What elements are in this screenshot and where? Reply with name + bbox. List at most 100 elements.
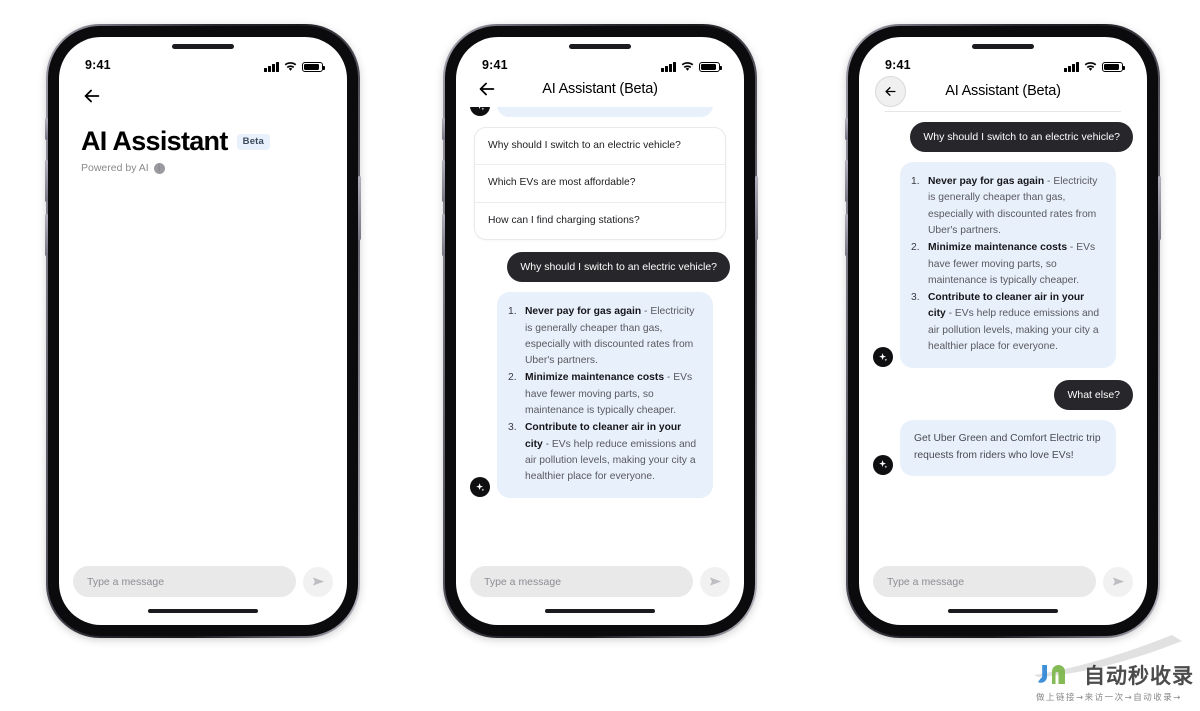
watermark-swoosh — [1034, 635, 1182, 677]
sparkle-icon — [878, 352, 887, 361]
send-icon — [709, 577, 721, 586]
message-row-ai: Never pay for gas again - Electricity is… — [873, 162, 1133, 369]
header-title: AI Assistant (Beta) — [542, 81, 658, 97]
power-button[interactable] — [755, 176, 758, 240]
battery-icon — [302, 61, 326, 72]
user-message-bubble: Why should I switch to an electric vehic… — [507, 252, 730, 283]
list-item: Never pay for gas again - Electricity is… — [911, 174, 1103, 239]
battery-icon — [699, 61, 723, 72]
home-indicator — [859, 597, 1147, 625]
silence-switch[interactable] — [442, 118, 445, 140]
status-icons — [1064, 61, 1126, 72]
info-icon[interactable]: i — [153, 162, 165, 174]
avatar — [470, 477, 490, 498]
status-bar: 9:41 — [59, 37, 347, 75]
volume-up-button[interactable] — [845, 160, 848, 202]
message-input[interactable] — [470, 566, 693, 597]
status-bar: 9:41 — [859, 37, 1147, 75]
suggestion-item[interactable]: Which EVs are most affordable? — [475, 164, 725, 201]
list-item: Contribute to cleaner air in your city -… — [508, 420, 700, 485]
power-button[interactable] — [1158, 176, 1161, 240]
avatar — [873, 454, 893, 475]
header-center: AI Assistant (Beta) — [859, 75, 1147, 111]
message-row-ai: Never pay for gas again - Electricity is… — [470, 292, 730, 499]
screenshot-stage: 9:41 AI Assistant Beta Powered by AI i T… — [0, 0, 1200, 711]
phone-suggestions: 9:41 AI Assistant (Beta) Why should I sw… — [442, 24, 758, 638]
composer — [859, 555, 1147, 597]
benefits-list: Never pay for gas again - Electricity is… — [508, 304, 700, 485]
wifi-icon — [681, 61, 694, 71]
status-time: 9:41 — [85, 58, 111, 72]
chat-area: Why should I switch to an electric vehic… — [456, 107, 744, 555]
message-input[interactable] — [73, 566, 296, 597]
avatar — [470, 107, 490, 116]
composer — [59, 555, 347, 597]
battery-icon — [1102, 61, 1126, 72]
ai-message-bubble: Never pay for gas again - Electricity is… — [900, 162, 1116, 369]
user-message-bubble: What else? — [1054, 380, 1133, 411]
send-button[interactable] — [1103, 566, 1133, 597]
earpiece-speaker — [972, 44, 1034, 49]
partial-bubble — [497, 107, 713, 117]
back-arrow-icon[interactable] — [81, 85, 103, 107]
phone-conversation: 9:41 AI Assistant (Beta) Why should I sw… — [845, 24, 1161, 638]
send-icon — [312, 577, 324, 586]
list-item-title: Never pay for gas again — [525, 306, 642, 318]
ai-message-bubble: Get Uber Green and Comfort Electric trip… — [900, 420, 1116, 476]
suggestion-item[interactable]: Why should I switch to an electric vehic… — [475, 128, 725, 164]
silence-switch[interactable] — [845, 118, 848, 140]
send-button[interactable] — [303, 566, 333, 597]
chat-area: Why should I switch to an electric vehic… — [859, 112, 1147, 555]
list-item: Minimize maintenance costs - EVs have fe… — [508, 370, 700, 419]
avatar — [873, 347, 893, 368]
cellular-bars-icon — [264, 61, 279, 72]
list-item: Never pay for gas again - Electricity is… — [508, 304, 700, 369]
message-row-ai: Get Uber Green and Comfort Electric trip… — [873, 420, 1133, 476]
phone-screen: 9:41 AI Assistant (Beta) Why should I sw… — [456, 37, 744, 625]
status-icons — [264, 61, 326, 72]
earpiece-speaker — [569, 44, 631, 49]
sparkle-icon — [475, 482, 484, 492]
silence-switch[interactable] — [45, 118, 48, 140]
phone-empty-state: 9:41 AI Assistant Beta Powered by AI i T… — [45, 24, 361, 638]
back-arrow-icon[interactable] — [476, 78, 498, 100]
list-item: Minimize maintenance costs - EVs have fe… — [911, 240, 1103, 289]
sparkle-icon — [878, 460, 887, 469]
user-message-bubble: Why should I switch to an electric vehic… — [910, 122, 1133, 153]
message-input[interactable] — [873, 566, 1096, 597]
back-button[interactable] — [875, 75, 906, 107]
cellular-bars-icon — [661, 61, 676, 72]
scrolled-partial-bubble — [470, 107, 730, 119]
power-button[interactable] — [358, 176, 361, 240]
volume-up-button[interactable] — [442, 160, 445, 202]
list-item-body: - EVs help reduce emissions and air poll… — [928, 308, 1100, 352]
volume-down-button[interactable] — [845, 214, 848, 256]
list-item-body: - EVs help reduce emissions and air poll… — [525, 438, 697, 483]
cellular-bars-icon — [1064, 61, 1079, 72]
message-row-user: Why should I switch to an electric vehic… — [470, 252, 730, 283]
volume-down-button[interactable] — [45, 214, 48, 256]
volume-down-button[interactable] — [442, 214, 445, 256]
beta-badge: Beta — [236, 133, 271, 150]
ai-message-text: Get Uber Green and Comfort Electric trip… — [914, 433, 1101, 461]
home-indicator — [59, 597, 347, 625]
list-item-title: Minimize maintenance costs — [928, 242, 1068, 254]
back-arrow-icon — [885, 86, 896, 96]
ai-message-bubble: Never pay for gas again - Electricity is… — [497, 292, 713, 499]
page-title: AI Assistant Beta — [81, 126, 325, 157]
status-bar: 9:41 — [456, 37, 744, 75]
list-item-title: Never pay for gas again — [928, 176, 1045, 188]
page-subtitle: Powered by AI i — [81, 162, 325, 174]
benefits-list: Never pay for gas again - Electricity is… — [911, 174, 1103, 355]
home-indicator — [456, 597, 744, 625]
wifi-icon — [1084, 61, 1097, 71]
watermark-row: 自动秒收录 — [1036, 660, 1194, 690]
suggestion-item[interactable]: How can I find charging stations? — [475, 201, 725, 239]
volume-up-button[interactable] — [45, 160, 48, 202]
phone-screen: 9:41 AI Assistant (Beta) Why should I sw… — [859, 37, 1147, 625]
send-icon — [1112, 577, 1124, 586]
list-item-title: Minimize maintenance costs — [525, 372, 665, 384]
page-title-text: AI Assistant — [81, 126, 228, 156]
send-button[interactable] — [700, 566, 730, 597]
header-center: AI Assistant (Beta) — [456, 75, 744, 107]
